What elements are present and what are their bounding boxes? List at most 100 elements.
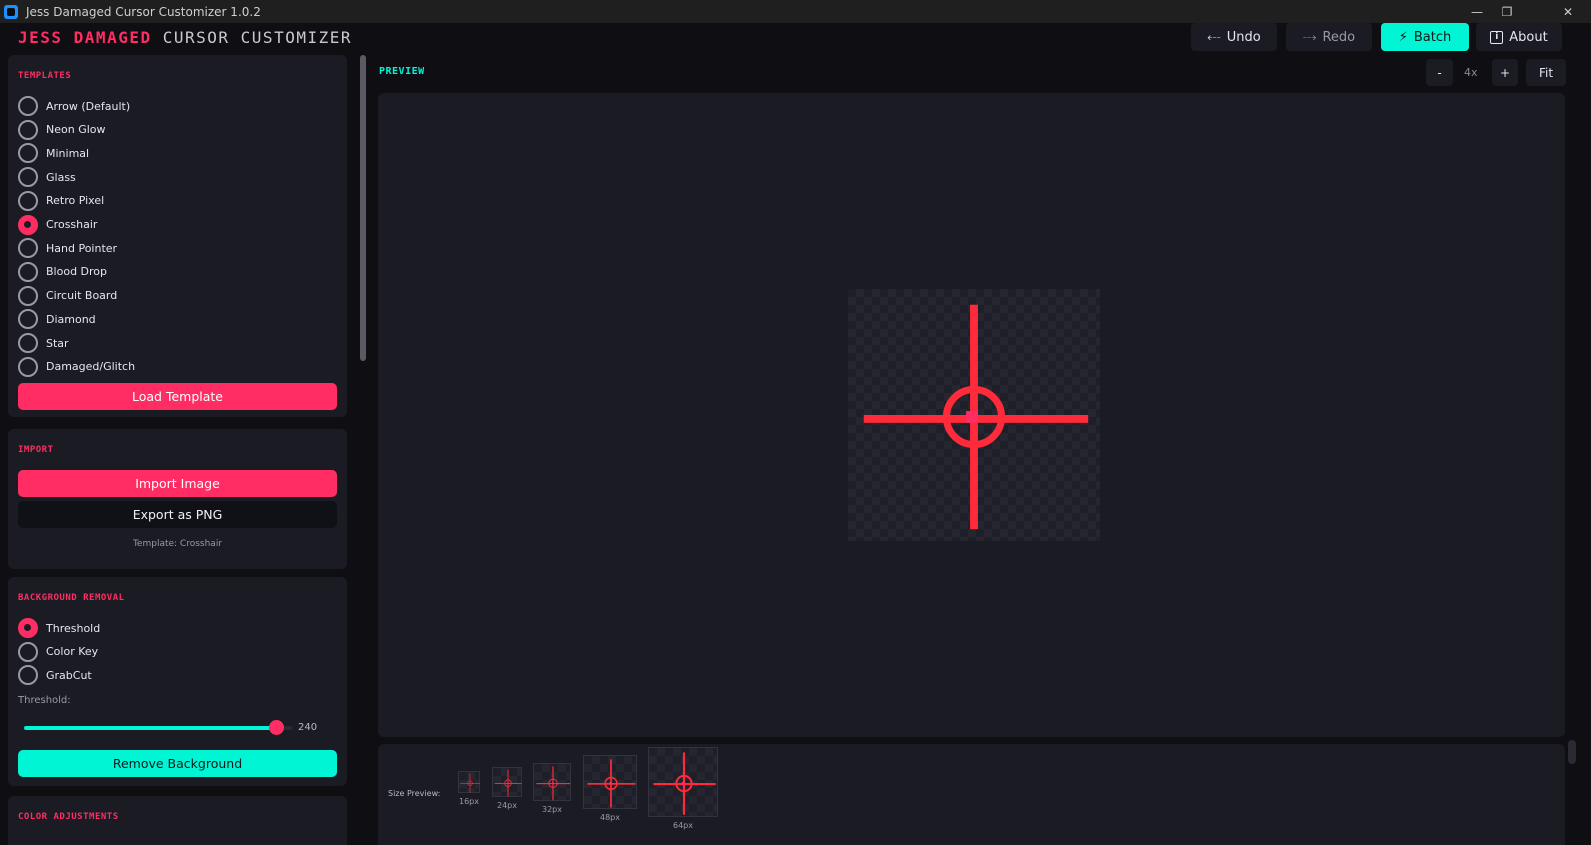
size-preview-caption: 32px xyxy=(542,805,562,814)
undo-icon: ⤎ xyxy=(1207,29,1221,45)
import-image-button[interactable]: Import Image xyxy=(18,470,337,497)
size-preview-caption: 16px xyxy=(459,797,479,806)
template-option[interactable]: Retro Pixel xyxy=(18,190,104,212)
size-preview-thumbnail xyxy=(492,767,522,797)
cursor-preview-image xyxy=(848,289,1100,541)
zoom-out-button[interactable]: - xyxy=(1426,59,1453,86)
load-template-button[interactable]: Load Template xyxy=(18,383,337,410)
preview-pane: PREVIEW - 4x + Fit Size Preview: 16px 24p… xyxy=(368,51,1591,845)
radio-button[interactable] xyxy=(18,119,38,140)
lightning-icon: ⚡ xyxy=(1398,29,1408,45)
size-preview-caption: 64px xyxy=(673,821,693,830)
radio-button[interactable] xyxy=(18,143,38,164)
crosshair-thumbnail-graphic xyxy=(460,773,480,793)
size-preview-thumbnail xyxy=(583,755,637,809)
radio-button[interactable] xyxy=(18,309,38,330)
bg-method-label: Threshold xyxy=(46,621,101,635)
template-option[interactable]: Diamond xyxy=(18,308,96,330)
threshold-label: Threshold: xyxy=(18,695,71,706)
radio-button[interactable] xyxy=(18,167,38,188)
redo-button[interactable]: ⤏ Redo xyxy=(1286,23,1372,51)
preview-title: PREVIEW xyxy=(379,66,425,77)
template-option[interactable]: Arrow (Default) xyxy=(18,95,130,117)
radio-button[interactable] xyxy=(18,214,38,235)
templates-panel: TEMPLATES Arrow (Default) Neon Glow Minima… xyxy=(8,55,347,417)
color-adjustments-title: COLOR ADJUSTMENTS xyxy=(18,812,119,822)
radio-button[interactable] xyxy=(18,190,38,211)
radio-button[interactable] xyxy=(18,641,38,662)
template-option-label: Damaged/Glitch xyxy=(46,360,136,374)
close-button[interactable]: ✕ xyxy=(1545,0,1591,23)
about-button[interactable]: i About xyxy=(1476,23,1562,51)
radio-button[interactable] xyxy=(18,665,38,686)
maximize-button[interactable]: ❐ xyxy=(1484,0,1530,23)
template-option-label: Crosshair xyxy=(46,218,98,231)
template-option-label: Circuit Board xyxy=(46,289,118,303)
template-option[interactable]: Crosshair xyxy=(18,214,97,236)
template-option-label: Blood Drop xyxy=(46,265,108,279)
brand-primary: JESS DAMAGED xyxy=(18,28,152,47)
window-title: Jess Damaged Cursor Customizer 1.0.2 xyxy=(26,4,261,19)
templates-title: TEMPLATES xyxy=(18,71,72,81)
crosshair-thumbnail-graphic xyxy=(536,766,571,801)
about-label: About xyxy=(1509,29,1548,45)
batch-label: Batch xyxy=(1413,29,1452,45)
crosshair-cursor-graphic xyxy=(863,304,1089,530)
zoom-level: 4x xyxy=(1464,66,1478,79)
radio-button[interactable] xyxy=(18,261,38,282)
preview-canvas[interactable] xyxy=(378,93,1565,737)
template-option[interactable]: Hand Pointer xyxy=(18,237,117,259)
bg-method-option[interactable]: GrabCut xyxy=(18,664,92,686)
bg-method-option[interactable]: Color Key xyxy=(18,641,98,663)
template-option[interactable]: Neon Glow xyxy=(18,119,106,141)
undo-button[interactable]: ⤎ Undo xyxy=(1191,23,1277,51)
template-option-label: Retro Pixel xyxy=(46,194,105,208)
radio-button[interactable] xyxy=(18,618,38,638)
radio-button[interactable] xyxy=(18,285,38,306)
import-title: IMPORT xyxy=(18,445,54,455)
threshold-slider-handle[interactable] xyxy=(268,720,284,735)
batch-button[interactable]: ⚡ Batch xyxy=(1381,23,1469,51)
remove-background-button[interactable]: Remove Background xyxy=(18,750,337,777)
left-scrollbar[interactable] xyxy=(358,51,368,845)
template-option[interactable]: Minimal xyxy=(18,142,89,164)
export-png-button[interactable]: Export as PNG xyxy=(18,501,337,528)
template-option[interactable]: Blood Drop xyxy=(18,261,107,283)
template-option[interactable]: Damaged/Glitch xyxy=(18,356,135,378)
template-option-label: Neon Glow xyxy=(46,123,106,137)
bg-method-option[interactable]: Threshold xyxy=(18,617,100,639)
color-adjustments-panel: COLOR ADJUSTMENTS xyxy=(8,796,347,845)
template-option-label: Minimal xyxy=(46,146,90,160)
fit-button[interactable]: Fit xyxy=(1526,59,1566,86)
app-icon xyxy=(4,4,18,19)
radio-button[interactable] xyxy=(18,333,38,353)
template-option[interactable]: Circuit Board xyxy=(18,285,117,307)
size-preview-caption: 48px xyxy=(600,813,620,822)
left-scrollbar-thumb[interactable] xyxy=(360,55,366,361)
radio-button[interactable] xyxy=(18,356,38,377)
template-option-label: Glass xyxy=(46,170,76,184)
template-note: Template: Crosshair xyxy=(132,539,223,549)
radio-button[interactable] xyxy=(18,96,38,116)
template-option-label: Star xyxy=(46,336,69,350)
brand-title: JESS DAMAGED CURSOR CUSTOMIZER xyxy=(18,28,352,47)
info-icon: i xyxy=(1490,30,1504,44)
import-panel: IMPORT Import Image Export as PNG Templa… xyxy=(8,429,347,569)
template-option[interactable]: Star xyxy=(18,332,69,354)
size-preview-bar: Size Preview: 16px 24px 32px 48px 64px xyxy=(378,744,1565,845)
template-option-label: Hand Pointer xyxy=(46,241,118,255)
right-scrollbar[interactable] xyxy=(1568,740,1576,764)
template-option-label: Diamond xyxy=(46,312,96,326)
size-preview-caption: 24px xyxy=(497,801,517,810)
redo-label: Redo xyxy=(1322,29,1356,45)
zoom-in-button[interactable]: + xyxy=(1492,59,1518,86)
radio-button[interactable] xyxy=(18,238,38,259)
template-option-label: Arrow (Default) xyxy=(46,99,131,113)
brand-secondary: CURSOR CUSTOMIZER xyxy=(162,28,352,47)
template-option[interactable]: Glass xyxy=(18,166,76,188)
redo-icon: ⤏ xyxy=(1302,29,1317,45)
bg-method-label: Color Key xyxy=(46,645,99,659)
window-titlebar: Jess Damaged Cursor Customizer 1.0.2 — ❐… xyxy=(0,0,1591,23)
threshold-value: 240 xyxy=(298,722,318,733)
crosshair-thumbnail-graphic xyxy=(653,752,716,815)
